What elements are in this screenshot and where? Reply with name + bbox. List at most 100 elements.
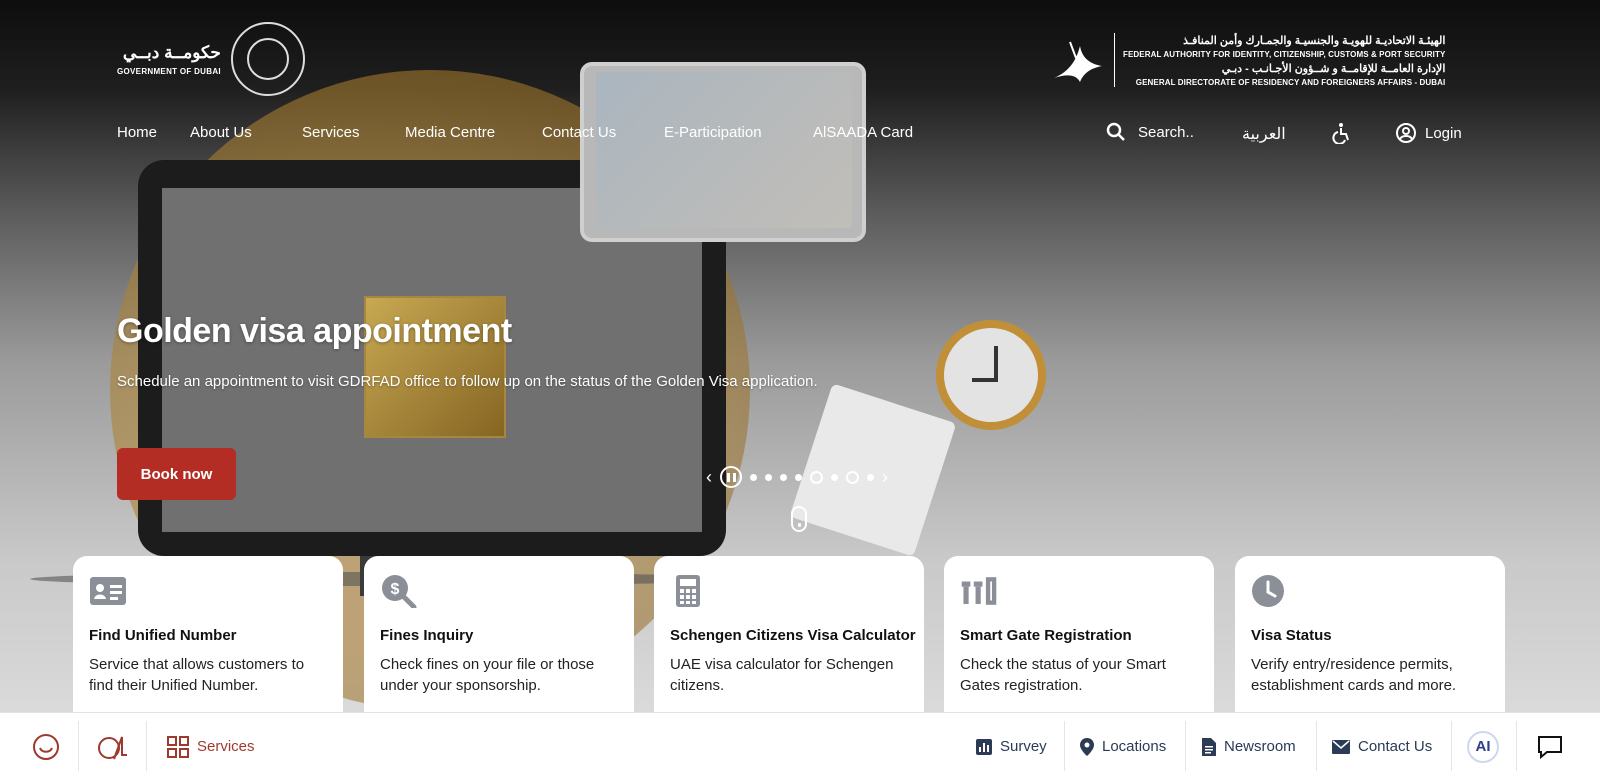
scroll-down-icon[interactable] xyxy=(791,506,807,532)
toolbar-separator xyxy=(1516,721,1517,771)
carousel-dot[interactable] xyxy=(831,473,838,481)
map-pin-icon xyxy=(1080,737,1094,756)
card-description-line: Gates registration. xyxy=(960,677,1083,694)
card-title: Find Unified Number xyxy=(89,627,237,644)
dubai-emblem-icon xyxy=(230,22,305,96)
dubai-gov-arabic: حكومــة دبــي xyxy=(122,42,221,62)
envelope-icon xyxy=(1332,739,1350,754)
toolbar-separator xyxy=(1064,721,1065,771)
card-description: Service that allows customers to find th… xyxy=(89,654,327,696)
toolbar-separator xyxy=(78,721,79,771)
nav-alsaada-card[interactable]: AlSAADA Card xyxy=(813,124,913,141)
grid-icon xyxy=(167,735,189,758)
smart-gate-icon xyxy=(961,577,997,605)
falcon-icon xyxy=(1054,41,1102,82)
search-icon xyxy=(1106,122,1125,141)
nav-about-us[interactable]: About Us xyxy=(190,124,252,141)
search-button[interactable]: Search.. xyxy=(1106,122,1194,142)
carousel-dot[interactable] xyxy=(846,470,859,484)
hero-description: Schedule an appointment to visit GDRFAD … xyxy=(117,373,818,390)
happiness-button[interactable] xyxy=(32,713,60,779)
ai-badge: AI xyxy=(1467,730,1499,763)
ica-line2-english: GENERAL DIRECTORATE OF RESIDENCY AND FOR… xyxy=(1135,77,1446,87)
card-description-line: UAE visa calculator for Schengen xyxy=(670,656,894,673)
carousel-dot-active[interactable] xyxy=(810,470,823,484)
card-description-line: establishment cards and more. xyxy=(1251,677,1457,694)
services-label: Services xyxy=(197,738,255,755)
login-button[interactable]: Login xyxy=(1395,122,1462,144)
hero-bg-id-card-face xyxy=(596,72,852,228)
carousel-dot[interactable] xyxy=(750,473,757,481)
ai-assistant-button[interactable]: AI xyxy=(1467,713,1499,779)
card-description-line: under your sponsorship. xyxy=(380,677,541,694)
carousel-pause-icon[interactable] xyxy=(720,466,742,488)
ica-line1-arabic: الهيئـة الاتحاديـة للهويـة والجنسيـة وال… xyxy=(1183,34,1446,47)
card-description: Verify entry/residence permits, establis… xyxy=(1251,654,1489,696)
accessibility-button[interactable] xyxy=(1330,122,1352,149)
locations-button[interactable]: Locations xyxy=(1080,713,1166,779)
chat-button[interactable] xyxy=(1537,713,1563,779)
nav-home[interactable]: Home xyxy=(117,124,157,141)
newsroom-button[interactable]: Newsroom xyxy=(1202,713,1296,779)
card-description-line: Check fines on your file or those xyxy=(380,656,595,673)
survey-label: Survey xyxy=(1000,738,1047,755)
logo-separator xyxy=(1114,33,1115,87)
service-card-visa-status[interactable]: Visa Status Verify entry/residence permi… xyxy=(1235,556,1505,716)
book-now-button[interactable]: Book now xyxy=(117,448,236,500)
bottom-toolbar: Services Survey Locations Newsroom Conta… xyxy=(0,712,1600,779)
ica-line2-arabic: الإدارة العامــة للإقامــة و شــؤون الأج… xyxy=(1221,62,1446,75)
dubai-now-icon xyxy=(98,736,127,759)
carousel-controls: ‹ › xyxy=(706,466,888,488)
card-description-line: citizens. xyxy=(670,677,725,694)
service-card-smart-gate-registration[interactable]: Smart Gate Registration Check the status… xyxy=(944,556,1214,716)
user-circle-icon xyxy=(1396,123,1416,143)
service-card-schengen-visa-calculator[interactable]: Schengen Citizens Visa Calculator UAE vi… xyxy=(654,556,924,716)
ica-line1-english: FEDERAL AUTHORITY FOR IDENTITY, CITIZENS… xyxy=(1123,49,1446,59)
carousel-dot[interactable] xyxy=(867,473,874,481)
card-title: Fines Inquiry xyxy=(380,627,474,644)
smart-app-button[interactable] xyxy=(96,713,128,779)
bottom-services-button[interactable]: Services xyxy=(167,713,255,779)
chat-bubble-icon xyxy=(1538,735,1562,759)
search-label: Search.. xyxy=(1138,123,1194,141)
newsroom-label: Newsroom xyxy=(1224,738,1296,755)
survey-button[interactable]: Survey xyxy=(976,713,1047,779)
carousel-next-icon[interactable]: › xyxy=(882,468,888,486)
carousel-dot[interactable] xyxy=(780,473,787,481)
toolbar-separator xyxy=(1316,721,1317,771)
login-label: Login xyxy=(1425,124,1462,142)
carousel-dot[interactable] xyxy=(795,473,802,481)
hero-title: Golden visa appointment xyxy=(117,312,512,350)
fines-search-icon: $ xyxy=(382,575,417,610)
bottom-contact-us-button[interactable]: Contact Us xyxy=(1332,713,1432,779)
dubai-gov-english: GOVERNMENT OF DUBAI xyxy=(117,66,221,76)
service-card-fines-inquiry[interactable]: $ Fines Inquiry Check fines on your file… xyxy=(364,556,634,716)
nav-services[interactable]: Services xyxy=(302,124,360,141)
card-description-line: find their Unified Number. xyxy=(89,677,259,694)
card-title: Schengen Citizens Visa Calculator xyxy=(670,627,916,644)
dubai-government-logo[interactable]: حكومــة دبــي GOVERNMENT OF DUBAI xyxy=(117,22,305,96)
smiley-icon xyxy=(33,733,59,760)
carousel-dot[interactable] xyxy=(765,473,772,481)
document-icon xyxy=(1202,737,1216,756)
toolbar-separator xyxy=(1451,721,1452,771)
card-description: Check the status of your Smart Gates reg… xyxy=(960,654,1198,696)
nav-contact-us[interactable]: Contact Us xyxy=(542,124,616,141)
card-description-line: Check the status of your Smart xyxy=(960,656,1166,673)
card-title: Smart Gate Registration xyxy=(960,627,1132,644)
language-switch[interactable]: العربية xyxy=(1242,124,1286,144)
card-description-line: Service that allows customers to xyxy=(89,656,305,673)
ica-logo[interactable]: الهيئـة الاتحاديـة للهويـة والجنسيـة وال… xyxy=(1050,32,1445,88)
nav-media-centre[interactable]: Media Centre xyxy=(405,124,495,141)
locations-label: Locations xyxy=(1102,738,1167,755)
toolbar-separator xyxy=(1185,721,1186,771)
clock-icon xyxy=(1252,575,1284,607)
toolbar-separator xyxy=(146,721,147,771)
nav-e-participation[interactable]: E-Participation xyxy=(664,124,762,141)
carousel-prev-icon[interactable]: ‹ xyxy=(706,468,712,486)
card-description: Check fines on your file or those under … xyxy=(380,654,618,696)
service-card-find-unified-number[interactable]: Find Unified Number Service that allows … xyxy=(73,556,343,716)
contact-us-label: Contact Us xyxy=(1358,738,1433,755)
id-card-icon xyxy=(90,577,126,605)
calculator-icon xyxy=(676,575,700,607)
